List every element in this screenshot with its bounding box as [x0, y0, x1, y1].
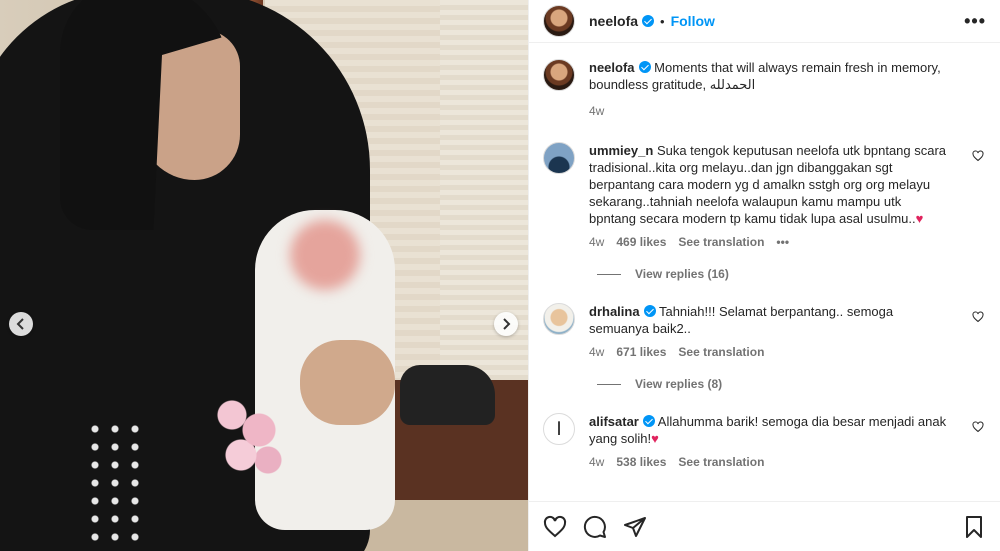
- verified-icon: [642, 415, 655, 427]
- red-heart-emoji: ♥: [915, 211, 924, 226]
- post-actions-bar: [529, 501, 1000, 551]
- replies-line: [597, 273, 621, 275]
- author-username[interactable]: neelofa: [589, 13, 655, 29]
- comment-username[interactable]: drhalina: [589, 304, 640, 319]
- photo-pearl-trim: [85, 420, 145, 550]
- commenter-avatar[interactable]: [543, 142, 575, 174]
- follow-button[interactable]: Follow: [671, 13, 715, 29]
- verified-icon: [642, 15, 655, 27]
- comment-likes[interactable]: 671 likes: [616, 344, 666, 361]
- photo-hand: [300, 340, 395, 425]
- replies-line: [597, 383, 621, 385]
- heart-icon[interactable]: [543, 515, 567, 539]
- comment-time: 4w: [589, 345, 605, 359]
- avatar-glyph: ا: [556, 418, 562, 440]
- author-avatar[interactable]: [543, 5, 575, 37]
- like-comment-heart-icon[interactable]: [972, 421, 984, 433]
- comment-meta: 4w 469 likes See translation •••: [589, 234, 949, 251]
- comment-time: 4w: [589, 235, 605, 249]
- comment-more-button[interactable]: •••: [776, 234, 789, 251]
- comment-item: drhalina Tahniah!!! Selamat berpantang..…: [543, 303, 984, 361]
- comment-username[interactable]: ummiey_n: [589, 143, 653, 158]
- comment-likes[interactable]: 469 likes: [616, 234, 666, 251]
- comment-body: alifsatar Allahumma barik! semoga dia be…: [589, 413, 949, 471]
- like-comment-heart-icon[interactable]: [972, 311, 984, 323]
- comment-username[interactable]: alifsatar: [589, 414, 639, 429]
- see-translation-button[interactable]: See translation: [678, 344, 764, 361]
- post-photo: [0, 0, 528, 551]
- view-replies-button[interactable]: View replies (16): [597, 267, 984, 281]
- chevron-left-icon: [16, 318, 24, 330]
- post-header: neelofa • Follow •••: [529, 0, 1000, 43]
- red-heart-emoji: ♥: [651, 431, 659, 446]
- see-translation-button[interactable]: See translation: [678, 454, 764, 471]
- post-sidebar: neelofa • Follow ••• neelofa Moments tha…: [528, 0, 1000, 551]
- share-icon[interactable]: [623, 515, 647, 539]
- more-options-button[interactable]: •••: [964, 11, 986, 32]
- comment-item: ا alifsatar Allahumma barik! semoga dia …: [543, 413, 984, 471]
- view-replies-label: View replies (16): [635, 267, 729, 281]
- comment-time: 4w: [589, 455, 605, 469]
- caption-time: 4w: [589, 104, 605, 118]
- chevron-right-icon: [503, 318, 511, 330]
- comment-icon[interactable]: [583, 515, 607, 539]
- commenter-avatar[interactable]: [543, 303, 575, 335]
- comment-body: drhalina Tahniah!!! Selamat berpantang..…: [589, 303, 949, 361]
- caption-body: neelofa Moments that will always remain …: [589, 59, 949, 120]
- see-translation-button[interactable]: See translation: [678, 234, 764, 251]
- comment-likes[interactable]: 538 likes: [616, 454, 666, 471]
- separator-dot: •: [660, 13, 665, 29]
- photo-baby-face-blurred: [290, 220, 360, 290]
- bookmark-icon[interactable]: [962, 515, 986, 539]
- caption-meta: 4w: [589, 103, 949, 120]
- caption: neelofa Moments that will always remain …: [543, 59, 984, 120]
- comment-item: ummiey_n Suka tengok keputusan neelofa u…: [543, 142, 984, 251]
- photo-flower-corsage: [205, 385, 295, 485]
- like-comment-heart-icon[interactable]: [972, 150, 984, 162]
- previous-photo-button[interactable]: [9, 312, 33, 336]
- next-photo-button[interactable]: [494, 312, 518, 336]
- caption-username[interactable]: neelofa: [589, 60, 635, 75]
- verified-icon: [638, 61, 651, 73]
- photo-bag: [400, 365, 495, 425]
- instagram-post-modal: neelofa • Follow ••• neelofa Moments tha…: [0, 0, 1000, 551]
- view-replies-label: View replies (8): [635, 377, 723, 391]
- comment-meta: 4w 538 likes See translation: [589, 454, 949, 471]
- commenter-avatar[interactable]: ا: [543, 413, 575, 445]
- comments-list: neelofa Moments that will always remain …: [529, 43, 1000, 501]
- caption-avatar[interactable]: [543, 59, 575, 91]
- comment-meta: 4w 671 likes See translation: [589, 344, 949, 361]
- view-replies-button[interactable]: View replies (8): [597, 377, 984, 391]
- comment-body: ummiey_n Suka tengok keputusan neelofa u…: [589, 142, 949, 251]
- verified-icon: [643, 305, 656, 317]
